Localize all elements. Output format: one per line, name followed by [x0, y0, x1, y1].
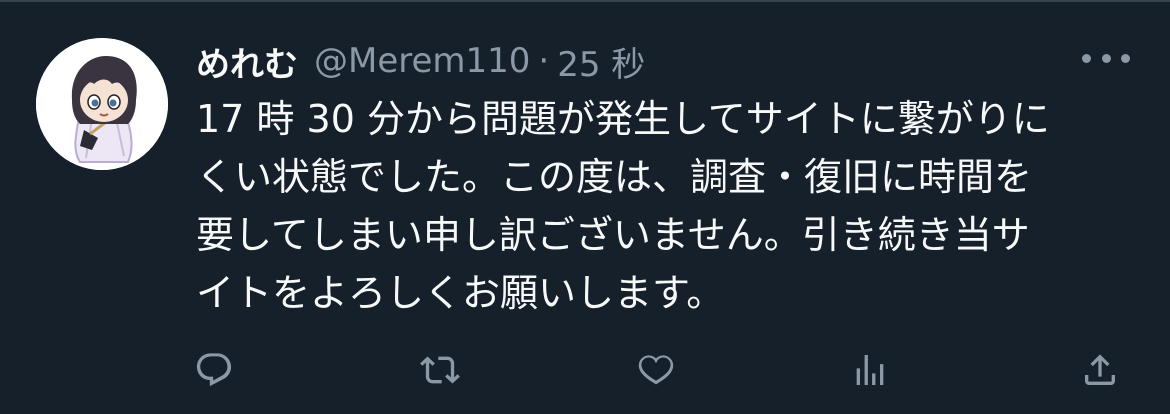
separator: ·: [538, 41, 550, 81]
tweet-text-line: 要してしまい申し訳ございません。引き続き当サ: [196, 213, 1030, 257]
more-dot: [1082, 53, 1091, 63]
user-handle[interactable]: @Merem110: [314, 41, 530, 81]
share-icon: [1085, 354, 1115, 385]
analytics-button[interactable]: [848, 348, 892, 392]
tweet-text-line: 17 時 30 分から問題が発生してサイトに繋がりに: [196, 97, 1050, 141]
more-dot: [1121, 53, 1130, 63]
tweet[interactable]: めれむ @Merem110 · 25 秒 17 時 30 分から問題が発生してサ…: [0, 0, 1170, 414]
tweet-text-line: くい状態でした。この度は、調査・復旧に時間を: [196, 155, 1033, 199]
avatar[interactable]: [36, 38, 168, 170]
tweet-header: めれむ @Merem110 · 25 秒: [196, 37, 645, 86]
like-button[interactable]: [634, 348, 678, 392]
like-icon: [638, 355, 674, 385]
tweet-text-line: イトをよろしくお願いします。: [196, 271, 725, 315]
more-dot: [1101, 53, 1111, 63]
more-icon[interactable]: [1082, 46, 1130, 70]
divider: [0, 0, 1170, 2]
reply-button[interactable]: [192, 348, 236, 392]
retweet-icon: [420, 356, 460, 384]
retweet-button[interactable]: [418, 348, 462, 392]
timestamp[interactable]: 25 秒: [557, 37, 645, 86]
action-bar: [0, 348, 1170, 392]
share-button[interactable]: [1078, 348, 1122, 392]
display-name[interactable]: めれむ: [196, 37, 298, 86]
analytics-icon: [856, 355, 884, 385]
reply-icon: [196, 353, 232, 387]
avatar-illustration: [36, 38, 168, 170]
tweet-text: 17 時 30 分から問題が発生してサイトに繋がりに くい状態でした。この度は、…: [196, 90, 1126, 322]
